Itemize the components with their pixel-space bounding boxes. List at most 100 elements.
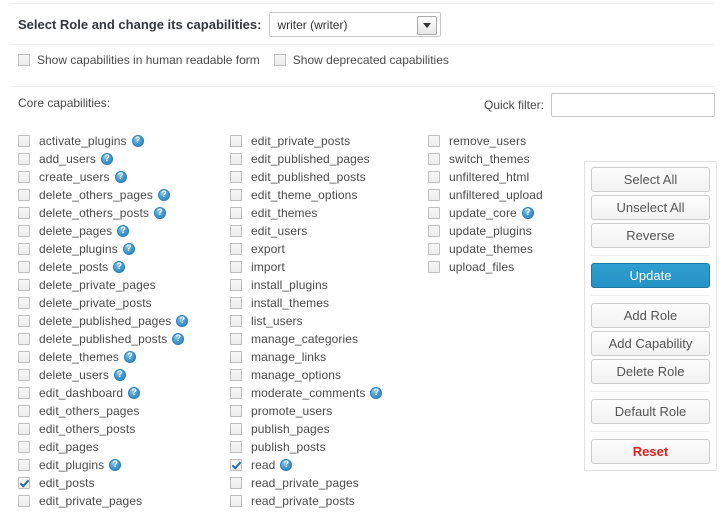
capability-row[interactable]: list_users — [230, 312, 428, 330]
capability-checkbox[interactable] — [230, 279, 242, 291]
capability-checkbox[interactable] — [230, 459, 242, 471]
select-all-button[interactable]: Select All — [591, 167, 710, 192]
capability-checkbox[interactable] — [230, 495, 242, 507]
capability-row[interactable]: delete_published_posts — [18, 330, 230, 348]
capability-row[interactable]: add_users — [18, 150, 230, 168]
reverse-button[interactable]: Reverse — [591, 223, 710, 248]
capability-checkbox[interactable] — [230, 135, 242, 147]
capability-checkbox[interactable] — [230, 441, 242, 453]
capability-row[interactable]: delete_private_pages — [18, 276, 230, 294]
capability-row[interactable]: edit_private_pages — [18, 492, 230, 510]
capability-row[interactable]: delete_others_posts — [18, 204, 230, 222]
capability-row[interactable]: update_themes — [428, 240, 578, 258]
capability-checkbox[interactable] — [230, 153, 242, 165]
capability-checkbox[interactable] — [18, 351, 30, 363]
add-role-button[interactable]: Add Role — [591, 303, 710, 328]
capability-row[interactable]: edit_published_posts — [230, 168, 428, 186]
capability-checkbox[interactable] — [18, 153, 30, 165]
capability-row[interactable]: unfiltered_html — [428, 168, 578, 186]
capability-checkbox[interactable] — [230, 351, 242, 363]
capability-checkbox[interactable] — [230, 333, 242, 345]
capability-checkbox[interactable] — [18, 369, 30, 381]
capability-row[interactable]: read — [230, 456, 428, 474]
help-icon[interactable] — [153, 207, 166, 219]
capability-checkbox[interactable] — [18, 459, 30, 471]
help-icon[interactable] — [131, 135, 144, 147]
capability-checkbox[interactable] — [18, 243, 30, 255]
help-icon[interactable] — [280, 459, 293, 471]
capability-checkbox[interactable] — [18, 297, 30, 309]
capability-row[interactable]: activate_plugins — [18, 132, 230, 150]
unselect-all-button[interactable]: Unselect All — [591, 195, 710, 220]
toggle-show-deprecated[interactable]: Show deprecated capabilities — [273, 53, 449, 67]
capability-checkbox[interactable] — [230, 297, 242, 309]
help-icon[interactable] — [521, 207, 534, 219]
capability-row[interactable]: update_core — [428, 204, 578, 222]
capability-row[interactable]: edit_others_pages — [18, 402, 230, 420]
reset-button[interactable]: Reset — [591, 439, 710, 464]
capability-checkbox[interactable] — [18, 225, 30, 237]
capability-checkbox[interactable] — [230, 315, 242, 327]
capability-checkbox[interactable] — [18, 387, 30, 399]
help-icon[interactable] — [158, 189, 170, 201]
capability-row[interactable]: edit_dashboard — [18, 384, 230, 402]
capability-checkbox[interactable] — [230, 207, 242, 219]
capability-checkbox[interactable] — [428, 225, 440, 237]
capability-checkbox[interactable] — [18, 423, 30, 435]
update-button[interactable]: Update — [591, 263, 710, 288]
help-icon[interactable] — [100, 153, 113, 165]
capability-checkbox[interactable] — [230, 171, 242, 183]
capability-checkbox[interactable] — [428, 135, 440, 147]
capability-row[interactable]: remove_users — [428, 132, 578, 150]
help-icon[interactable] — [113, 261, 126, 273]
help-icon[interactable] — [176, 315, 189, 327]
capability-row[interactable]: create_users — [18, 168, 230, 186]
help-icon[interactable] — [113, 369, 126, 381]
capability-checkbox[interactable] — [230, 225, 242, 237]
quick-filter-input[interactable] — [551, 93, 715, 117]
capability-checkbox[interactable] — [18, 135, 30, 147]
capability-row[interactable]: edit_pages — [18, 438, 230, 456]
default-role-button[interactable]: Default Role — [591, 399, 710, 424]
capability-row[interactable]: delete_posts — [18, 258, 230, 276]
help-icon[interactable] — [109, 459, 122, 471]
capability-row[interactable]: edit_themes — [230, 204, 428, 222]
capability-row[interactable]: delete_themes — [18, 348, 230, 366]
capability-checkbox[interactable] — [230, 387, 242, 399]
help-icon[interactable] — [122, 243, 135, 255]
capability-row[interactable]: manage_links — [230, 348, 428, 366]
capability-checkbox[interactable] — [18, 315, 30, 327]
capability-checkbox[interactable] — [230, 369, 242, 381]
capability-checkbox[interactable] — [230, 477, 242, 489]
capability-checkbox[interactable] — [18, 171, 30, 183]
capability-row[interactable]: edit_private_posts — [230, 132, 428, 150]
delete-role-button[interactable]: Delete Role — [591, 359, 710, 384]
capability-row[interactable]: upload_files — [428, 258, 578, 276]
capability-row[interactable]: edit_users — [230, 222, 428, 240]
help-icon[interactable] — [128, 387, 141, 399]
capability-checkbox[interactable] — [230, 189, 242, 201]
human-readable-checkbox[interactable] — [18, 54, 30, 66]
capability-row[interactable]: edit_others_posts — [18, 420, 230, 438]
capability-checkbox[interactable] — [428, 261, 440, 273]
capability-row[interactable]: delete_users — [18, 366, 230, 384]
capability-row[interactable]: switch_themes — [428, 150, 578, 168]
capability-checkbox[interactable] — [230, 261, 242, 273]
capability-checkbox[interactable] — [18, 477, 30, 489]
capability-checkbox[interactable] — [18, 279, 30, 291]
capability-checkbox[interactable] — [18, 333, 30, 345]
capability-row[interactable]: delete_private_posts — [18, 294, 230, 312]
capability-checkbox[interactable] — [18, 189, 30, 201]
help-icon[interactable] — [370, 387, 383, 399]
help-icon[interactable] — [117, 225, 130, 237]
capability-checkbox[interactable] — [18, 207, 30, 219]
capability-checkbox[interactable] — [18, 441, 30, 453]
capability-checkbox[interactable] — [230, 423, 242, 435]
add-capability-button[interactable]: Add Capability — [591, 331, 710, 356]
capability-checkbox[interactable] — [428, 243, 440, 255]
capability-row[interactable]: delete_plugins — [18, 240, 230, 258]
capability-row[interactable]: read_private_posts — [230, 492, 428, 510]
help-icon[interactable] — [114, 171, 127, 183]
capability-checkbox[interactable] — [428, 171, 440, 183]
help-icon[interactable] — [172, 333, 185, 345]
